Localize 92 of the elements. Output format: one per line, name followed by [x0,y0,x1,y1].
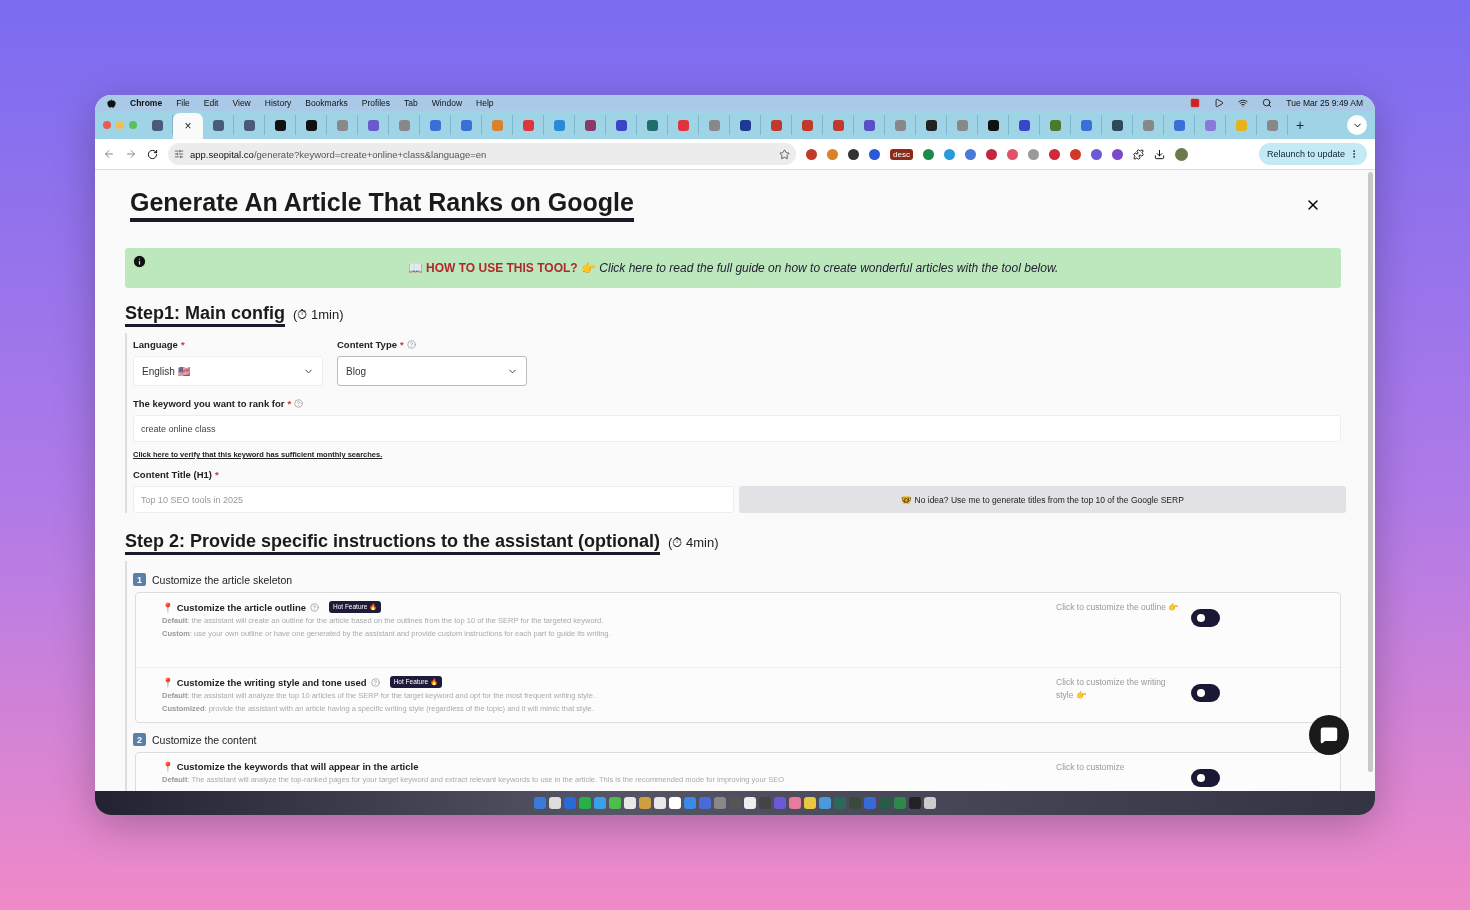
help-icon[interactable] [294,399,304,408]
apple-icon[interactable] [107,98,116,108]
menu-item[interactable]: File [176,98,190,108]
info-icon [132,254,147,269]
close-window-icon[interactable] [103,121,111,129]
url-text: app.seopital.co/generate?keyword=create+online+class&language=en [190,148,487,160]
help-icon[interactable] [309,602,319,612]
app-icon[interactable] [609,797,621,809]
app-icon[interactable] [654,797,666,809]
help-icon[interactable] [406,340,416,349]
tab-search-button[interactable] [1347,115,1367,135]
back-icon[interactable] [103,148,115,160]
guide-heading: 📖 HOW TO USE THIS TOOL? 👉 [407,261,596,275]
profile-avatar[interactable] [1174,147,1188,161]
section-number: 1 [133,573,146,586]
app-icon[interactable] [549,797,561,809]
menu-item[interactable]: Help [476,98,494,108]
chat-icon [1320,726,1338,744]
menu-item[interactable]: Profiles [361,98,391,108]
required-mark: * [215,469,219,480]
extension-icon[interactable] [806,148,817,160]
new-tab-button[interactable]: + [1288,117,1313,133]
customize-toggle[interactable] [1191,609,1220,627]
field-label: Content Title (H1) [133,469,212,480]
guide-text: Click here to read the full guide on how to create wonderful articles with the tool below. [599,261,1059,275]
content-title-input[interactable]: Top 10 SEO tools in 2025 [133,486,734,513]
section-title: Customize the article skeleton [152,573,293,586]
app-icon[interactable] [744,797,756,809]
relaunch-button[interactable]: Relaunch to update [1258,143,1367,165]
clock[interactable]: Tue Mar 25 9:49 AM [1286,98,1363,108]
generate-titles-button[interactable]: 🤓 No idea? Use me to generate titles from the top 10 of the Google SERP [739,486,1346,513]
scrollbar[interactable] [1368,172,1373,772]
site-settings-icon[interactable] [174,149,184,159]
field-label: The keyword you want to rank for [133,398,285,409]
extension-icon[interactable]: desc [890,148,913,160]
app-icon[interactable] [789,797,801,809]
address-bar[interactable]: app.seopital.co/generate?keyword=create+online+class&language=en [168,143,796,165]
required-mark: * [400,339,404,350]
help-icon[interactable] [370,677,380,687]
forward-icon[interactable] [125,148,137,160]
customize-toggle[interactable] [1191,769,1220,787]
app-icon[interactable] [594,797,606,809]
keyword-input[interactable]: create online class [133,415,1341,442]
duration-text: (⏱ 4min) [668,535,719,551]
required-mark: * [287,398,292,409]
field-label: Content Type [337,339,397,350]
bookmark-star-icon[interactable] [779,148,790,160]
download-icon[interactable] [1153,148,1165,160]
play-icon[interactable] [1214,98,1225,108]
puzzle-icon[interactable] [1132,148,1144,160]
section-number: 2 [133,733,146,746]
extension-icon[interactable] [1111,148,1123,160]
toggle-label: Click to customize the writing style 👉 [1056,676,1167,702]
option-title: 📍 Customize the keywords that will appear in the article [162,761,419,772]
menu-item[interactable]: Bookmarks [305,98,348,108]
menu-item[interactable]: Window [431,98,463,108]
reload-icon[interactable] [147,148,158,160]
app-icon[interactable] [639,797,651,809]
menu-item[interactable]: View [232,98,251,108]
app-icon[interactable] [579,797,591,809]
menu-item[interactable]: Chrome [130,98,163,108]
app-icon[interactable] [804,797,816,809]
search-icon[interactable] [1262,98,1273,108]
app-icon[interactable] [669,797,681,809]
toggle-label: Click to customize the outline 👉 [1056,601,1181,614]
step-heading: Step 2: Provide specific instructions to the assistant (optional) [125,531,661,555]
option-title: 📍 Customize the article outline [162,601,306,613]
menu-item[interactable]: History [264,98,292,108]
content-type-select[interactable]: Blog [337,356,527,386]
menu-item[interactable]: Edit [203,98,219,108]
chat-button[interactable] [1309,715,1349,755]
page-title: Generate An Article That Ranks on Google [130,188,634,222]
toggle-label: Click to customize [1056,761,1126,774]
guide-banner[interactable]: 📖 HOW TO USE THIS TOOL? 👉 Click here to read the full guide on how to create wonderful articles with the tool below. [125,248,1341,288]
customize-toggle[interactable] [1191,684,1220,702]
menu-item[interactable]: Tab [404,98,418,108]
app-icon[interactable] [819,797,831,809]
browser-tab[interactable]: × [173,113,203,139]
extension-icon[interactable] [985,148,997,160]
duration-text: (⏱ 1min) [293,307,344,323]
required-mark: * [180,339,185,350]
extension-icon[interactable] [869,148,880,160]
app-icon[interactable] [624,797,636,809]
section-title: Customize the content [152,733,257,746]
record-icon[interactable] [1190,98,1201,108]
language-select[interactable]: English 🇺🇸 [133,356,323,386]
option-title: 📍 Customize the writing style and tone used [162,676,367,688]
wifi-icon[interactable] [1238,98,1249,108]
step-heading: Step1: Main config [125,303,285,327]
app-icon[interactable] [924,797,936,809]
field-label: Language [133,339,178,350]
extension-icon[interactable] [848,148,859,160]
